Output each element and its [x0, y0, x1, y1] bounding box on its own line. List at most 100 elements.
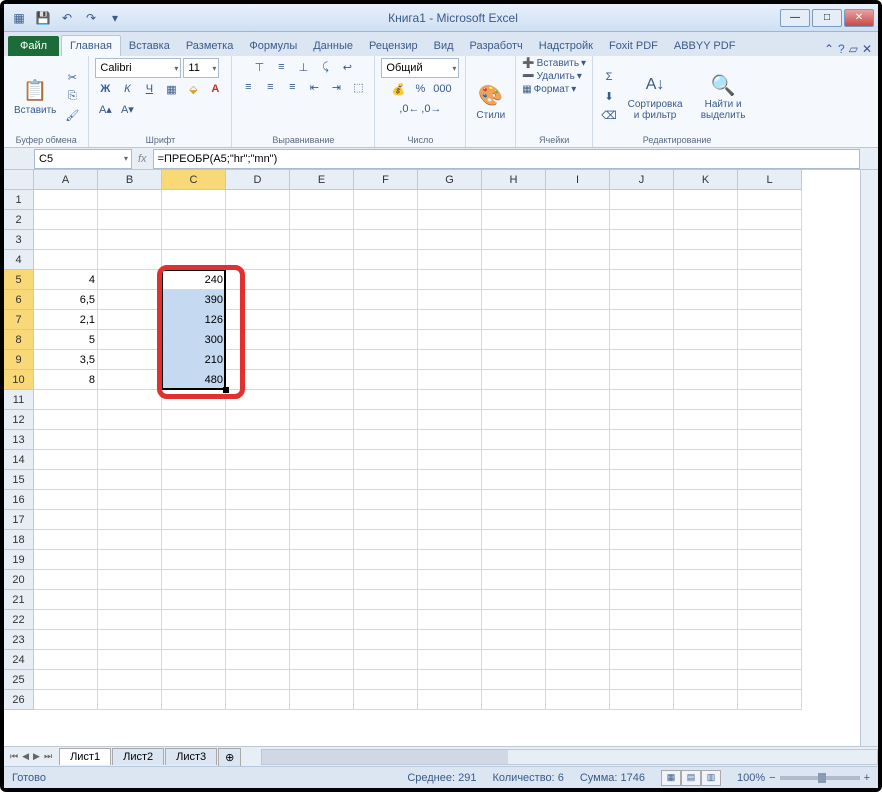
cell-E9[interactable]	[290, 350, 354, 370]
cell-F7[interactable]	[354, 310, 418, 330]
cell-B24[interactable]	[98, 650, 162, 670]
cell-C6[interactable]: 390	[162, 290, 226, 310]
cell-A16[interactable]	[34, 490, 98, 510]
minimize-ribbon-icon[interactable]: ⌃	[824, 42, 834, 56]
cell-H16[interactable]	[482, 490, 546, 510]
cell-K22[interactable]	[674, 610, 738, 630]
cell-A26[interactable]	[34, 690, 98, 710]
cell-F2[interactable]	[354, 210, 418, 230]
column-header-G[interactable]: G	[418, 170, 482, 190]
cell-I7[interactable]	[546, 310, 610, 330]
zoom-in-icon[interactable]: +	[864, 772, 870, 784]
cell-F4[interactable]	[354, 250, 418, 270]
row-header-1[interactable]: 1	[4, 190, 34, 210]
undo-icon[interactable]: ↶	[56, 7, 78, 29]
cell-F17[interactable]	[354, 510, 418, 530]
find-select-button[interactable]: 🔍 Найти и выделить	[691, 69, 755, 123]
cell-I21[interactable]	[546, 590, 610, 610]
row-header-11[interactable]: 11	[4, 390, 34, 410]
cell-I19[interactable]	[546, 550, 610, 570]
increase-indent-icon[interactable]: ⇥	[326, 78, 346, 96]
cell-F11[interactable]	[354, 390, 418, 410]
cell-I25[interactable]	[546, 670, 610, 690]
cell-L18[interactable]	[738, 530, 802, 550]
cell-H15[interactable]	[482, 470, 546, 490]
cell-H12[interactable]	[482, 410, 546, 430]
zoom-out-icon[interactable]: −	[769, 772, 775, 784]
cell-F13[interactable]	[354, 430, 418, 450]
increase-decimal-icon[interactable]: ,0←	[399, 100, 419, 118]
cell-E17[interactable]	[290, 510, 354, 530]
cell-C1[interactable]	[162, 190, 226, 210]
row-header-5[interactable]: 5	[4, 270, 34, 290]
column-header-I[interactable]: I	[546, 170, 610, 190]
redo-icon[interactable]: ↷	[80, 7, 102, 29]
cell-G13[interactable]	[418, 430, 482, 450]
cell-E8[interactable]	[290, 330, 354, 350]
row-header-24[interactable]: 24	[4, 650, 34, 670]
cell-D5[interactable]	[226, 270, 290, 290]
tab-home[interactable]: Главная	[61, 35, 121, 56]
cell-G2[interactable]	[418, 210, 482, 230]
cell-G17[interactable]	[418, 510, 482, 530]
cell-H11[interactable]	[482, 390, 546, 410]
cell-A18[interactable]	[34, 530, 98, 550]
cell-I8[interactable]	[546, 330, 610, 350]
cell-G11[interactable]	[418, 390, 482, 410]
cell-J1[interactable]	[610, 190, 674, 210]
cell-J6[interactable]	[610, 290, 674, 310]
cell-D15[interactable]	[226, 470, 290, 490]
cell-E4[interactable]	[290, 250, 354, 270]
cell-D11[interactable]	[226, 390, 290, 410]
cell-L9[interactable]	[738, 350, 802, 370]
minimize-button[interactable]: —	[780, 9, 810, 27]
cell-G5[interactable]	[418, 270, 482, 290]
cell-F25[interactable]	[354, 670, 418, 690]
column-header-L[interactable]: L	[738, 170, 802, 190]
align-center-icon[interactable]: ≡	[260, 78, 280, 96]
cell-D21[interactable]	[226, 590, 290, 610]
view-normal-icon[interactable]: ▦	[661, 770, 681, 786]
cell-K18[interactable]	[674, 530, 738, 550]
cell-H5[interactable]	[482, 270, 546, 290]
maximize-button[interactable]: □	[812, 9, 842, 27]
cell-C22[interactable]	[162, 610, 226, 630]
cell-E26[interactable]	[290, 690, 354, 710]
cell-I11[interactable]	[546, 390, 610, 410]
cell-B10[interactable]	[98, 370, 162, 390]
column-header-J[interactable]: J	[610, 170, 674, 190]
cell-K14[interactable]	[674, 450, 738, 470]
cell-G4[interactable]	[418, 250, 482, 270]
close-button[interactable]: ✕	[844, 9, 874, 27]
cell-L25[interactable]	[738, 670, 802, 690]
cell-G26[interactable]	[418, 690, 482, 710]
cell-K6[interactable]	[674, 290, 738, 310]
cell-C18[interactable]	[162, 530, 226, 550]
cell-J18[interactable]	[610, 530, 674, 550]
cell-A22[interactable]	[34, 610, 98, 630]
cell-B2[interactable]	[98, 210, 162, 230]
row-header-13[interactable]: 13	[4, 430, 34, 450]
row-header-20[interactable]: 20	[4, 570, 34, 590]
cell-L8[interactable]	[738, 330, 802, 350]
cell-G22[interactable]	[418, 610, 482, 630]
cell-D23[interactable]	[226, 630, 290, 650]
file-tab[interactable]: Файл	[8, 36, 59, 56]
row-header-21[interactable]: 21	[4, 590, 34, 610]
cell-F16[interactable]	[354, 490, 418, 510]
cell-L3[interactable]	[738, 230, 802, 250]
cell-H9[interactable]	[482, 350, 546, 370]
cell-H1[interactable]	[482, 190, 546, 210]
cell-C4[interactable]	[162, 250, 226, 270]
cell-B6[interactable]	[98, 290, 162, 310]
row-header-19[interactable]: 19	[4, 550, 34, 570]
cell-I5[interactable]	[546, 270, 610, 290]
cell-E25[interactable]	[290, 670, 354, 690]
column-header-D[interactable]: D	[226, 170, 290, 190]
cell-H4[interactable]	[482, 250, 546, 270]
cell-B8[interactable]	[98, 330, 162, 350]
cell-A5[interactable]: 4	[34, 270, 98, 290]
row-header-4[interactable]: 4	[4, 250, 34, 270]
cell-C9[interactable]: 210	[162, 350, 226, 370]
cell-J23[interactable]	[610, 630, 674, 650]
